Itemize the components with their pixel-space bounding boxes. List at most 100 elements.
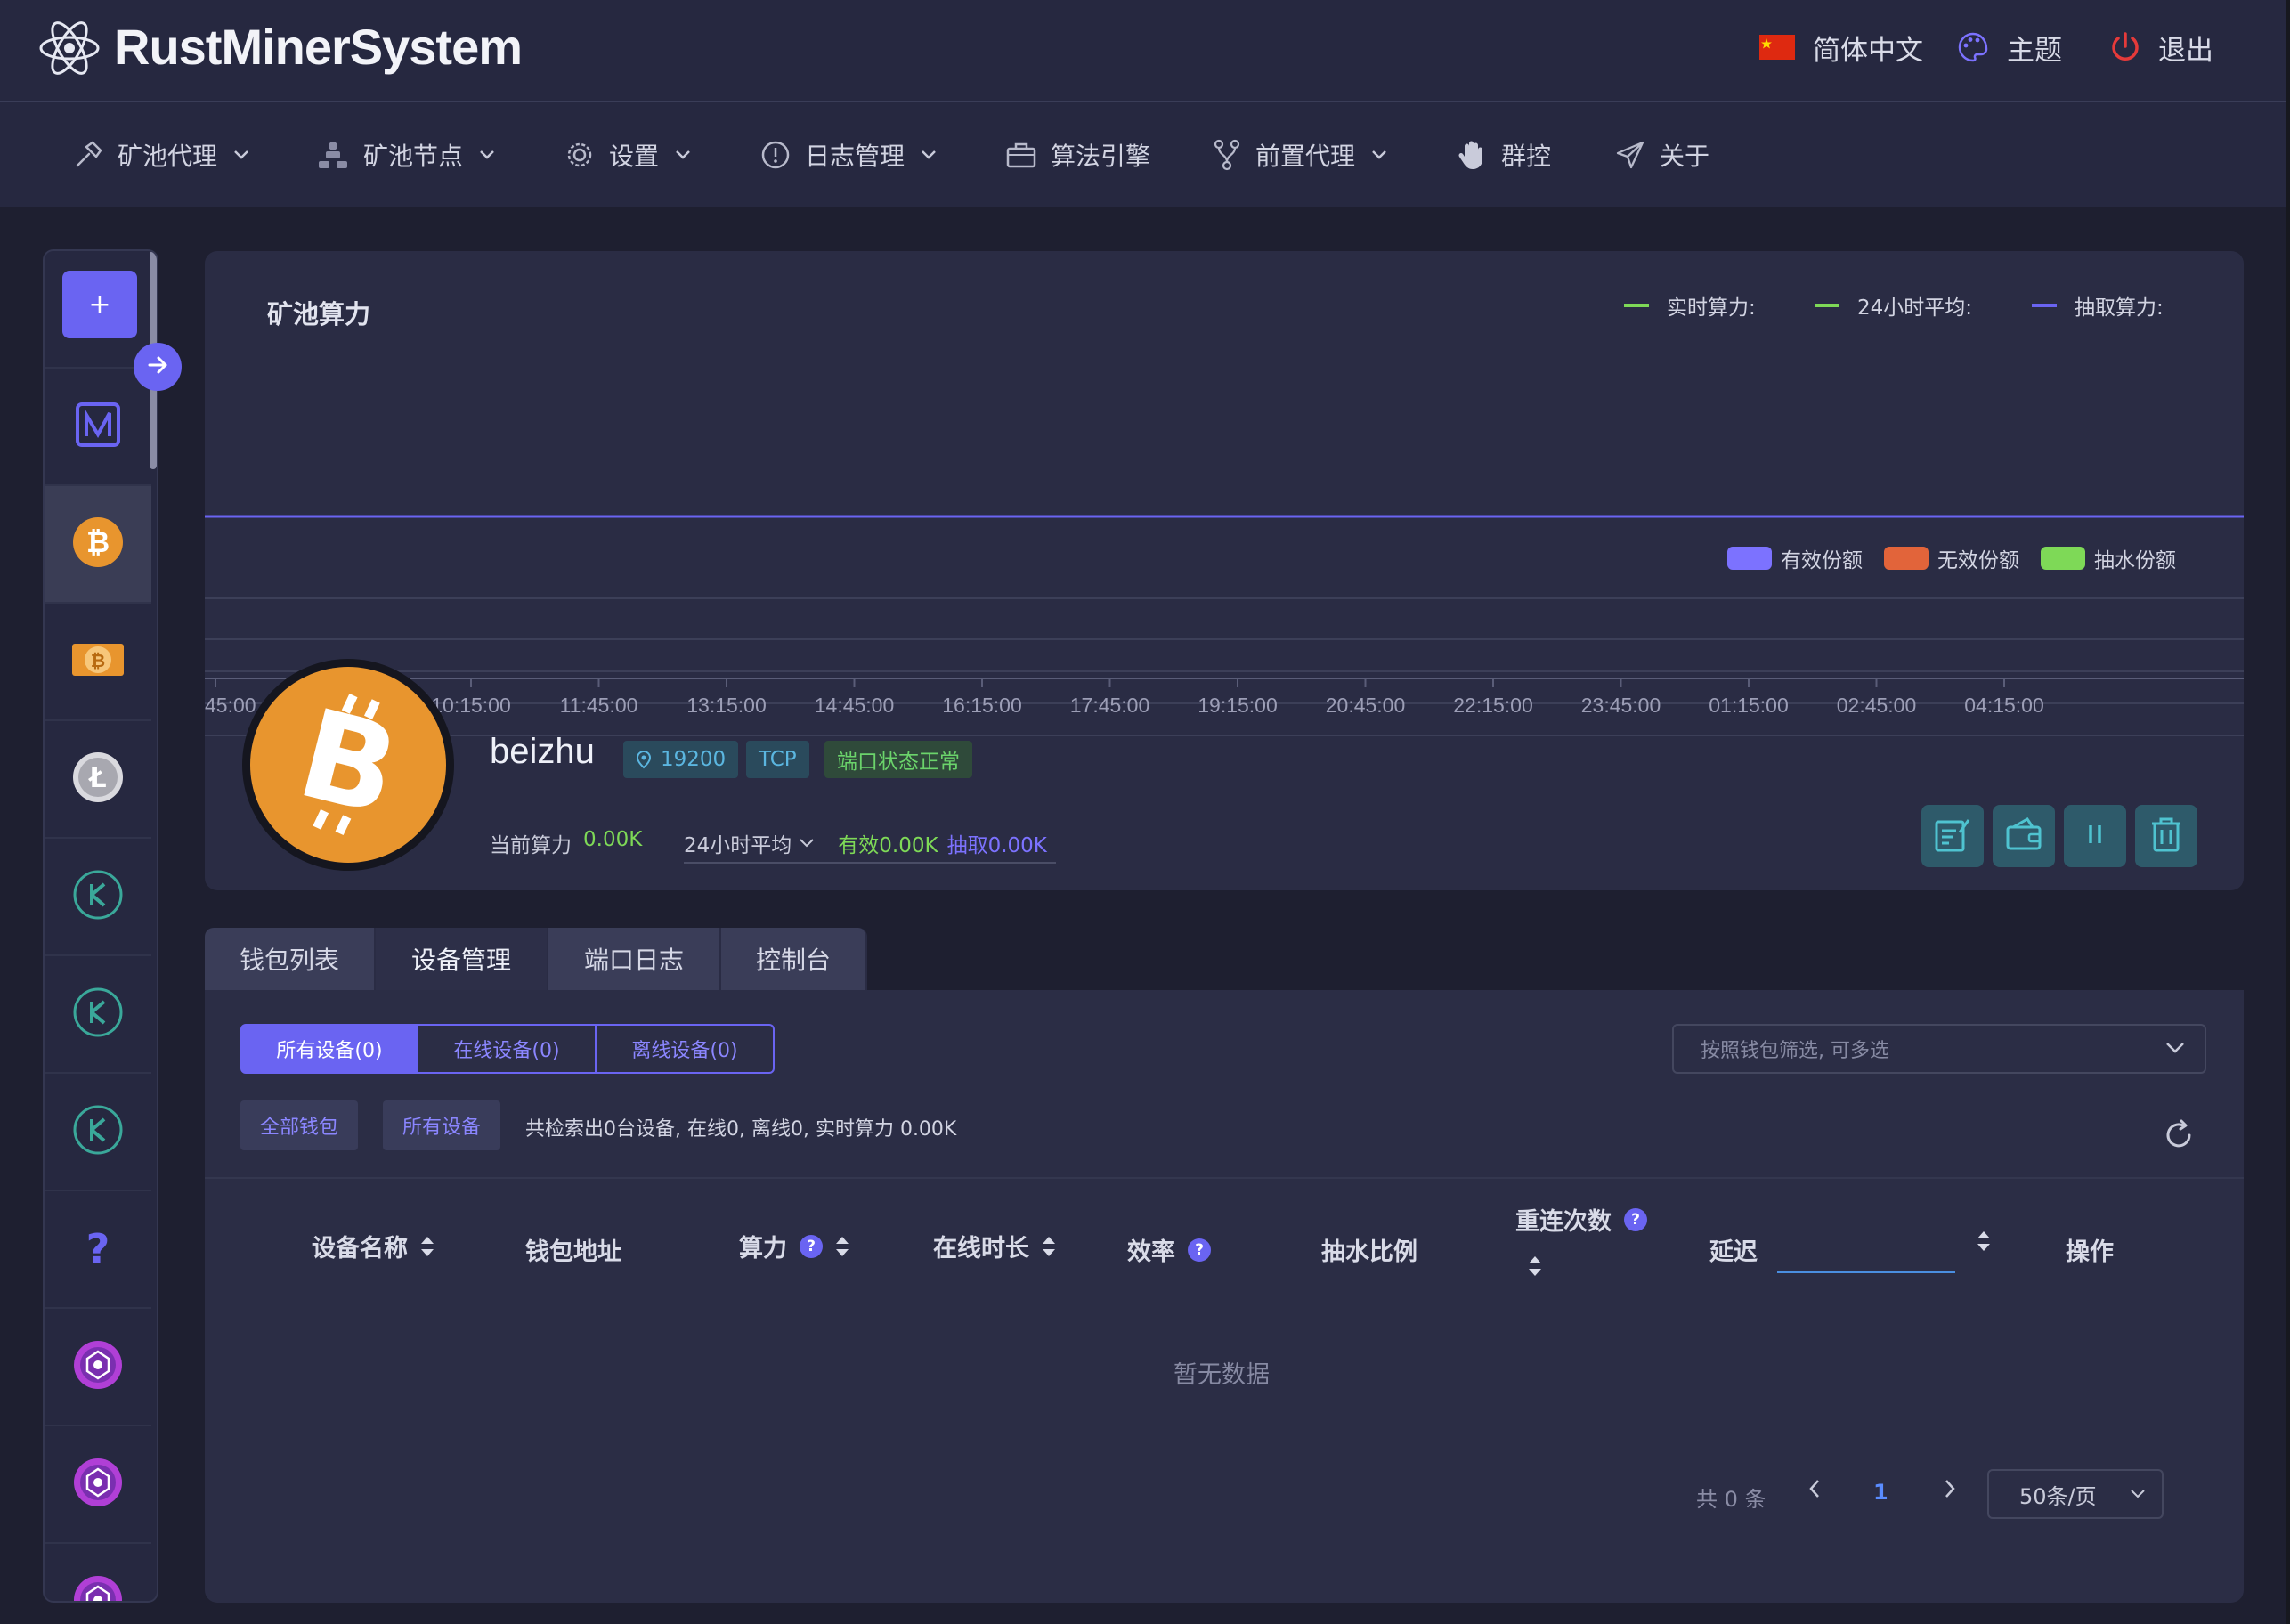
menu-front-proxy[interactable]: 前置代理 xyxy=(1213,134,1387,175)
sidebar-expand-button[interactable] xyxy=(134,343,182,391)
column-label: 重连次数 xyxy=(1515,1208,1612,1236)
menu-about[interactable]: 关于 xyxy=(1615,134,1709,175)
pause-pool-button[interactable] xyxy=(2064,805,2126,867)
all-devices-chip[interactable]: 所有设备 xyxy=(383,1100,501,1150)
menu-pool-proxy[interactable]: 矿池代理 xyxy=(73,134,249,175)
sidebar-item-ltc[interactable]: Ł xyxy=(45,721,151,839)
legend-swatch xyxy=(1884,547,1929,570)
filter-online-devices[interactable]: 在线设备(0) xyxy=(417,1024,597,1074)
col-wallet-address: 钱包地址 xyxy=(525,1232,621,1267)
chart-tick-label: 11:45:00 xyxy=(560,694,638,717)
avg-fee-value: 抽取0.00K xyxy=(946,834,1047,857)
menu-group-control[interactable]: 群控 xyxy=(1457,134,1551,175)
sidebar-item-kas-3[interactable] xyxy=(45,1074,151,1191)
menu-settings[interactable]: 设置 xyxy=(564,134,691,175)
chart-tick-label: 13:15:00 xyxy=(686,694,767,717)
chart-tick-label: 02:45:00 xyxy=(1837,694,1917,717)
palette-icon xyxy=(1957,31,1989,63)
theme-button[interactable]: 主题 xyxy=(1957,25,2062,69)
chevron-down-icon xyxy=(2130,1489,2146,1499)
legend-swatch xyxy=(1624,304,1649,307)
legend-24h-avg[interactable]: 24小时平均: xyxy=(1815,290,1972,321)
pause-icon xyxy=(2080,819,2110,853)
window-edge xyxy=(2286,0,2290,1624)
sidebar-item-kas-2[interactable] xyxy=(45,956,151,1074)
legend-valid-shares[interactable]: 有效份额 xyxy=(1727,543,1863,573)
legend-fee[interactable]: 抽取算力: xyxy=(2032,290,2164,321)
chevron-down-icon xyxy=(233,150,249,160)
sort-icon[interactable] xyxy=(833,1234,851,1259)
delete-pool-button[interactable] xyxy=(2135,805,2197,867)
language-label: 简体中文 xyxy=(1813,34,1923,67)
column-label: 效率 xyxy=(1127,1238,1175,1266)
menu-label: 群控 xyxy=(1501,142,1552,171)
sidebar-item-kas-1[interactable] xyxy=(45,839,151,956)
tab-console[interactable]: 控制台 xyxy=(721,928,867,990)
pool-coin-avatar: B xyxy=(242,659,454,871)
kaspa-icon xyxy=(72,1104,124,1159)
filter-offline-devices[interactable]: 离线设备(0) xyxy=(595,1024,775,1074)
fork-icon xyxy=(1213,139,1241,171)
chevron-right-icon[interactable] xyxy=(1943,1478,1957,1503)
bitcoin-icon: B xyxy=(250,667,446,863)
edit-pool-button[interactable] xyxy=(1921,805,1984,867)
legend-fee-shares[interactable]: 抽水份额 xyxy=(2041,543,2176,573)
page-size-select[interactable]: 50条/页 xyxy=(1987,1469,2164,1519)
legend-realtime[interactable]: 实时算力: xyxy=(1624,290,1756,321)
col-device-name[interactable]: 设备名称 xyxy=(312,1229,436,1263)
main-menu: 矿池代理 矿池节点 设置 日志管理 算法引擎 前置代理 群控 关于 xyxy=(0,102,2290,207)
device-management-panel xyxy=(205,990,2244,1603)
menu-algorithm-engine[interactable]: 算法引擎 xyxy=(1006,134,1150,175)
sidebar-item-purple-1[interactable] xyxy=(45,1309,151,1426)
language-switcher[interactable]: 简体中文 xyxy=(1759,25,1923,69)
tab-wallet-list[interactable]: 钱包列表 xyxy=(205,928,376,990)
chevron-down-icon xyxy=(675,150,691,160)
sidebar-item-purple-3[interactable] xyxy=(45,1544,151,1601)
tab-port-log[interactable]: 端口日志 xyxy=(548,928,721,990)
chevron-left-icon[interactable] xyxy=(1807,1478,1822,1503)
menu-log-management[interactable]: 日志管理 xyxy=(760,134,937,175)
help-icon[interactable]: ? xyxy=(1624,1207,1647,1231)
sidebar-item-purple-2[interactable] xyxy=(45,1426,151,1544)
tab-device-management[interactable]: 设备管理 xyxy=(376,928,548,990)
chart-tick-label: 16:15:00 xyxy=(942,694,1022,717)
pool-name: beizhu xyxy=(490,732,595,771)
column-label: 在线时长 xyxy=(933,1235,1029,1263)
port-tag: 19200 xyxy=(623,741,739,778)
pagination-current-page[interactable]: 1 xyxy=(1873,1480,1888,1505)
add-pool-button[interactable]: + xyxy=(62,271,137,338)
info-circle-icon xyxy=(760,140,791,170)
help-icon[interactable]: ? xyxy=(1188,1238,1211,1262)
wallet-filter-select[interactable]: 按照钱包筛选, 可多选 xyxy=(1672,1024,2206,1074)
sidebar-item-unknown[interactable]: ? xyxy=(45,1191,151,1309)
menu-pool-nodes[interactable]: 矿池节点 xyxy=(317,134,495,175)
refresh-icon[interactable] xyxy=(2162,1118,2196,1156)
sidebar-item-bch[interactable]: ₿ xyxy=(45,604,151,721)
table-divider xyxy=(205,1177,2244,1179)
sort-icon[interactable] xyxy=(1040,1234,1058,1259)
filter-all-devices[interactable]: 所有设备(0) xyxy=(240,1024,418,1074)
chart-tick-label: 23:45:00 xyxy=(1581,694,1661,717)
wallet-button[interactable] xyxy=(1993,805,2055,867)
col-fee-ratio: 抽水比例 xyxy=(1321,1232,1417,1267)
all-wallets-chip[interactable]: 全部钱包 xyxy=(240,1100,359,1150)
help-icon[interactable]: ? xyxy=(800,1234,823,1258)
legend-invalid-shares[interactable]: 无效份额 xyxy=(1884,543,2019,573)
sidebar-item-btc[interactable]: ₿ xyxy=(45,486,151,604)
chart-tick-label: 22:15:00 xyxy=(1453,694,1533,717)
latency-filter-underline[interactable] xyxy=(1777,1271,1955,1273)
bitcoin-icon: ₿ xyxy=(72,516,124,572)
col-latency: 延迟 xyxy=(1709,1232,1758,1267)
col-reconnects[interactable]: 重连次数 ? xyxy=(1515,1202,1647,1237)
protocol-tag: TCP xyxy=(746,741,809,778)
hashrate-period-select[interactable]: 24小时平均 有效0.00K 抽取0.00K xyxy=(684,824,1056,864)
sort-icon[interactable] xyxy=(418,1234,436,1259)
col-hashrate[interactable]: 算力 ? xyxy=(739,1229,851,1263)
col-online-time[interactable]: 在线时长 xyxy=(933,1229,1058,1263)
sort-icon[interactable] xyxy=(1526,1254,1544,1282)
sidebar-item-overview[interactable] xyxy=(45,369,151,486)
logout-button[interactable]: 退出 xyxy=(2110,25,2213,69)
legend-swatch xyxy=(1815,304,1839,307)
chart-tick-label: 04:15:00 xyxy=(1964,694,2044,717)
sort-icon[interactable] xyxy=(1975,1229,1993,1257)
